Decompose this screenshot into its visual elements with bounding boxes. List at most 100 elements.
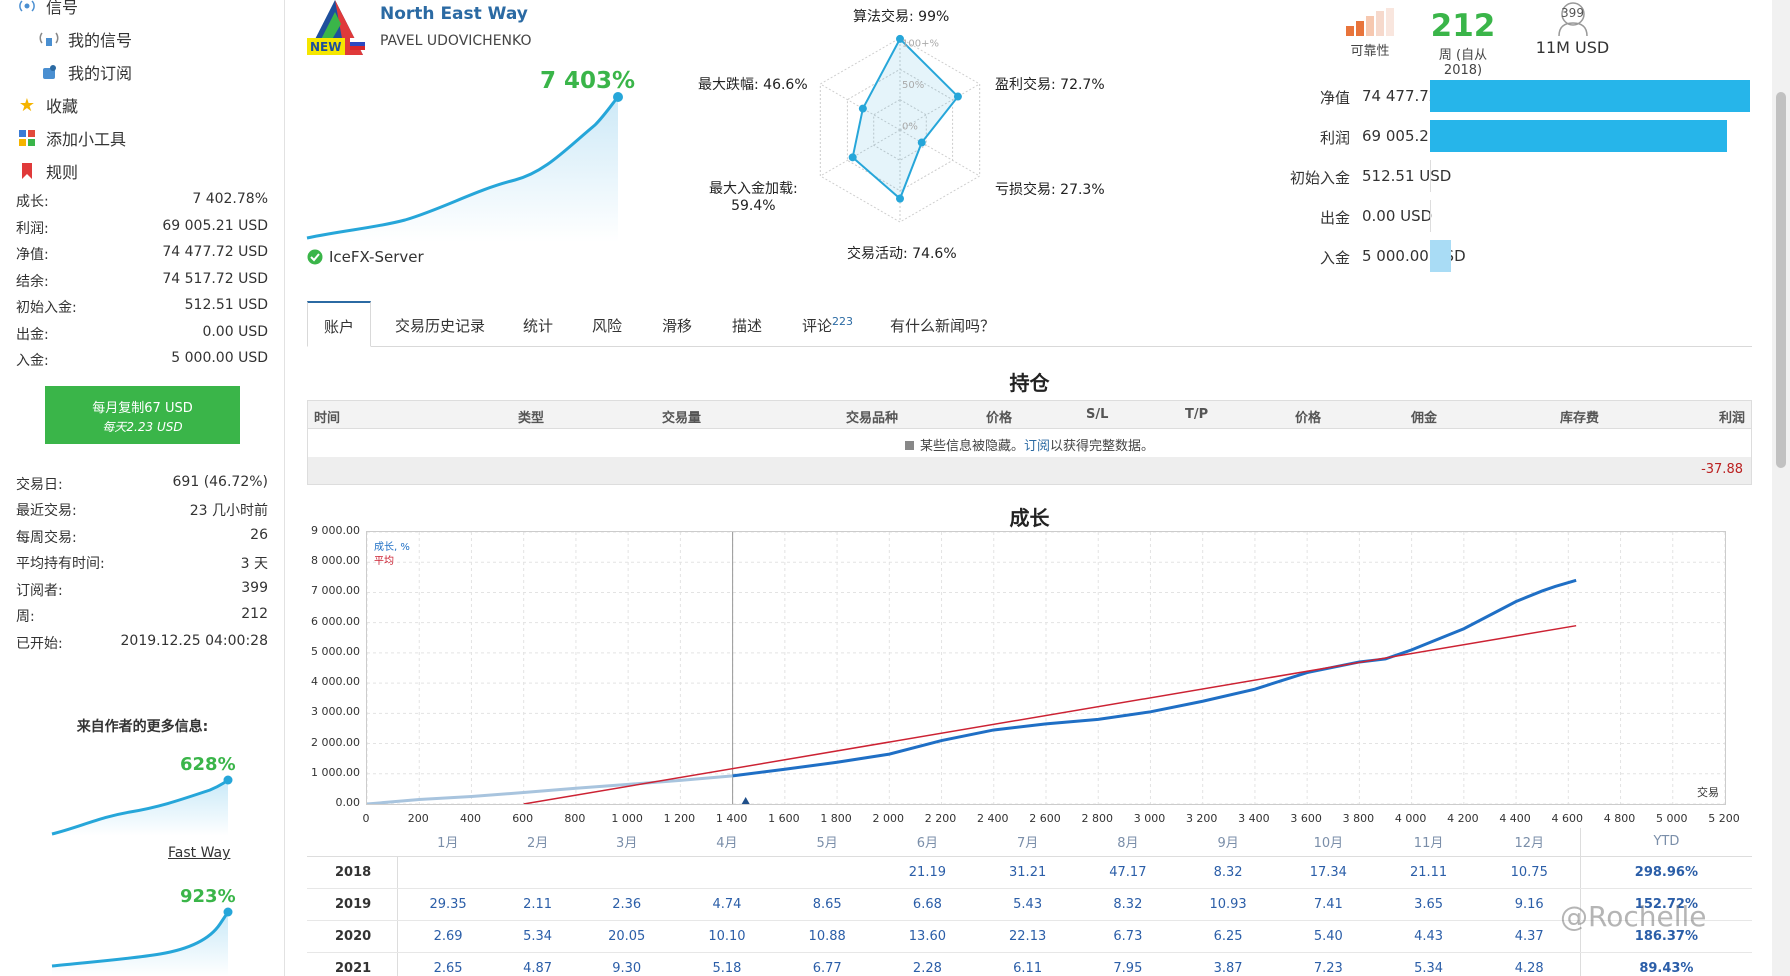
month-value-cell[interactable]: 8.32 <box>1177 856 1279 889</box>
month-value-cell[interactable]: 6.77 <box>777 952 878 976</box>
x-tick-label: 3 600 <box>1290 812 1322 825</box>
page-scrollbar[interactable] <box>1772 0 1790 976</box>
tab-bar: 账户 交易历史记录 统计 风险 滑移 描述 评论223 有什么新闻吗？ <box>307 301 1752 347</box>
month-value-cell[interactable]: 3.65 <box>1378 888 1479 921</box>
month-value-cell[interactable]: 7.95 <box>1077 952 1178 976</box>
trade-server[interactable]: IceFX-Server <box>307 248 424 266</box>
subscribers-block[interactable]: 399 11M USD <box>1530 2 1615 57</box>
y-tick-label: 9 000.00 <box>311 524 360 537</box>
x-tick-label: 3 200 <box>1185 812 1218 825</box>
signal-name[interactable]: North East Way <box>380 4 528 24</box>
nav-my-signals[interactable]: 我的信号 <box>38 27 132 51</box>
month-header: 2月 <box>498 828 577 857</box>
tab-statistics[interactable]: 统计 <box>523 301 553 347</box>
month-value-cell[interactable]: 13.60 <box>877 920 978 953</box>
growth-chart-area[interactable]: 成长, % 平均 交易 <box>366 531 1726 805</box>
legend-growth: 成长, % <box>374 542 410 553</box>
nav-my-subscriptions-label: 我的订阅 <box>68 64 133 83</box>
month-value-cell[interactable]: 4.28 <box>1478 952 1581 976</box>
month-value-cell[interactable]: 5.40 <box>1278 920 1379 953</box>
month-value-cell[interactable]: 7.41 <box>1278 888 1379 921</box>
mini-signal-2-chart[interactable] <box>50 904 240 976</box>
year-cell: 2021 <box>307 952 398 976</box>
x-tick-label: 4 400 <box>1499 812 1531 825</box>
tab-slippage[interactable]: 滑移 <box>662 301 692 347</box>
month-value-cell[interactable]: 10.75 <box>1478 856 1581 889</box>
month-value-cell[interactable]: 7.23 <box>1278 952 1379 976</box>
year-cell: 2019 <box>307 888 398 921</box>
x-axis-title: 交易 <box>1697 786 1719 799</box>
balance-bar <box>1430 120 1727 152</box>
tab-news[interactable]: 有什么新闻吗？ <box>890 301 995 347</box>
month-value-cell[interactable]: 5.18 <box>676 952 778 976</box>
month-value-cell[interactable]: 6.73 <box>1077 920 1178 953</box>
nav-my-subscriptions[interactable]: 我的订阅 <box>38 60 132 84</box>
month-header: 6月 <box>877 828 978 857</box>
month-value-cell[interactable]: 2.36 <box>576 888 677 921</box>
month-value-cell[interactable]: 4.74 <box>676 888 778 921</box>
month-value-cell[interactable]: 6.68 <box>877 888 978 921</box>
tab-description[interactable]: 描述 <box>732 301 762 347</box>
y-tick-label: 3 000.00 <box>311 705 360 719</box>
reliability-block[interactable]: 可靠性 <box>1325 8 1415 59</box>
month-value-cell[interactable]: 8.32 <box>1077 888 1178 921</box>
tab-risks[interactable]: 风险 <box>592 301 622 347</box>
month-value-cell[interactable]: 5.34 <box>1378 952 1479 976</box>
mini-signal-1-link[interactable]: Fast Way <box>168 845 230 861</box>
month-value-cell[interactable]: 21.19 <box>877 856 978 889</box>
radar-ring-label: 0% <box>902 121 918 132</box>
month-value-cell[interactable]: 5.34 <box>498 920 577 953</box>
month-value-cell[interactable]: 4.87 <box>498 952 577 976</box>
month-value-cell[interactable]: 2.69 <box>397 920 499 953</box>
month-value-cell[interactable] <box>397 856 499 889</box>
scrollbar-thumb[interactable] <box>1776 92 1786 468</box>
month-value-cell[interactable]: 17.34 <box>1278 856 1379 889</box>
month-value-cell[interactable]: 10.93 <box>1177 888 1279 921</box>
month-value-cell[interactable] <box>498 856 577 889</box>
month-value-cell[interactable]: 31.21 <box>977 856 1078 889</box>
month-value-cell[interactable]: 6.25 <box>1177 920 1279 953</box>
month-value-cell[interactable]: 2.28 <box>877 952 978 976</box>
nav-add-widget[interactable]: 添加小工具 <box>16 126 126 150</box>
nav-favorites[interactable]: ★ 收藏 <box>16 93 78 117</box>
subscribe-link[interactable]: 订阅 <box>1024 439 1050 454</box>
month-value-cell[interactable]: 2.11 <box>498 888 577 921</box>
mini-signal-1-chart[interactable] <box>50 772 240 836</box>
month-value-cell[interactable]: 9.30 <box>576 952 677 976</box>
tab-trade-history[interactable]: 交易历史记录 <box>395 301 485 347</box>
month-value-cell[interactable]: 10.88 <box>777 920 878 953</box>
monthly-returns-table: 1月 2月 3月 4月 5月 6月 7月 8月 9月 10月 11月 12月 YTD 2018 21.19… <box>307 828 1752 976</box>
widget-icon <box>16 128 38 148</box>
trade-server-label: IceFX-Server <box>329 248 424 266</box>
month-value-cell[interactable]: 22.13 <box>977 920 1078 953</box>
month-value-cell[interactable]: 4.43 <box>1378 920 1479 953</box>
month-value-cell[interactable]: 20.05 <box>576 920 677 953</box>
y-tick-label: 0.00 <box>335 796 361 809</box>
month-header: 10月 <box>1278 828 1379 857</box>
x-tick-label: 4 600 <box>1551 812 1584 825</box>
month-value-cell[interactable]: 3.87 <box>1177 952 1279 976</box>
month-value-cell[interactable]: 10.10 <box>676 920 778 953</box>
x-tick-label: 1 400 <box>715 812 748 825</box>
month-value-cell[interactable]: 21.11 <box>1378 856 1479 889</box>
month-value-cell[interactable]: 6.11 <box>977 952 1078 976</box>
tab-reviews[interactable]: 评论223 <box>802 301 853 347</box>
tab-account[interactable]: 账户 <box>307 301 372 347</box>
legend-average: 平均 <box>374 556 394 567</box>
month-value-cell[interactable] <box>576 856 677 889</box>
month-value-cell[interactable]: 29.35 <box>397 888 499 921</box>
nav-rules[interactable]: 规则 <box>16 159 78 183</box>
copy-subscribe-button[interactable]: 每月复制67 USD 每天2.23 USD <box>45 386 240 444</box>
month-value-cell[interactable]: 2.65 <box>397 952 499 976</box>
month-value-cell[interactable]: 5.43 <box>977 888 1078 921</box>
x-tick-label: 2 800 <box>1081 812 1113 825</box>
nav-signals[interactable]: 信号 <box>16 0 78 18</box>
month-value-cell[interactable] <box>676 856 778 889</box>
year-col-header <box>307 828 397 857</box>
radar-ring-label: 50% <box>902 80 924 91</box>
month-value-cell[interactable]: 47.17 <box>1077 856 1178 889</box>
y-tick-label: 2 000.00 <box>311 735 360 749</box>
month-value-cell[interactable] <box>777 856 878 889</box>
month-value-cell[interactable]: 8.65 <box>777 888 878 921</box>
signal-author[interactable]: PAVEL UDOVICHENKO <box>380 33 531 49</box>
